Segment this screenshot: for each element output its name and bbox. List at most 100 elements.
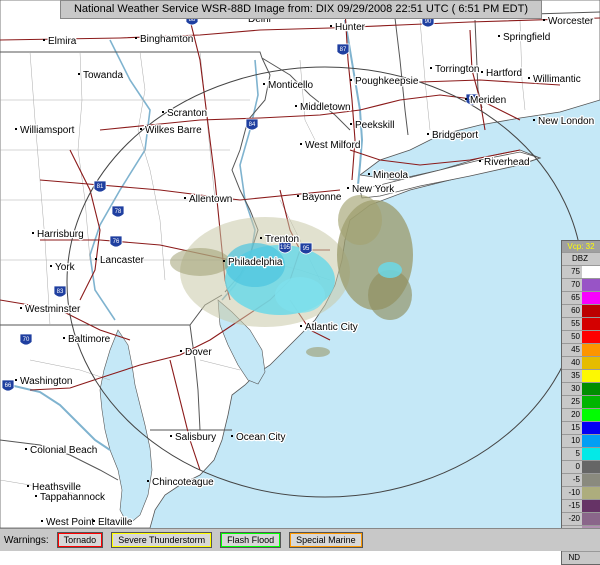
legend-swatch	[582, 357, 600, 369]
echo-blue-core-3	[275, 277, 325, 313]
city-label: Baltimore	[68, 334, 111, 345]
legend-value: -5	[572, 475, 580, 484]
city-label: Williamsport	[20, 125, 75, 136]
city-marker	[330, 25, 332, 27]
city-marker	[300, 143, 302, 145]
interstate-shield: 87	[336, 43, 350, 56]
legend-row: 50	[562, 330, 600, 343]
city-label: Torrington	[435, 64, 479, 75]
legend-value: 50	[571, 332, 580, 341]
legend-value: 45	[571, 345, 580, 354]
city-label: Binghamton	[140, 34, 193, 45]
legend-row: 0	[562, 460, 600, 473]
city-label: Eltaville	[98, 517, 133, 528]
legend-swatch	[582, 461, 600, 473]
legend-vcp: Vcp: 32	[562, 241, 600, 252]
legend-value: 15	[571, 423, 580, 432]
legend-swatch	[582, 435, 600, 447]
legend-value: 30	[571, 384, 580, 393]
city-label: West Milford	[305, 140, 360, 151]
legend-value: 75	[571, 267, 580, 276]
interstate-shield: 66	[1, 379, 15, 392]
city-label: Salisbury	[175, 432, 216, 443]
flash-flood-warning-button[interactable]: Flash Flood	[220, 532, 282, 548]
legend-swatch	[582, 422, 600, 434]
legend-row: 75	[562, 265, 600, 278]
echo-olive-west	[170, 248, 230, 276]
interstate-shield: 83	[53, 285, 67, 298]
special-marine-warning-button[interactable]: Special Marine	[289, 532, 363, 548]
city-marker	[350, 123, 352, 125]
legend-row: 60	[562, 304, 600, 317]
interstate-shield: 81	[93, 180, 107, 193]
severe-thunderstorm-warning-button[interactable]: Severe Thunderstorm	[111, 532, 213, 548]
legend-value: 35	[571, 371, 580, 380]
radar-map: 888790848178768395195706691 ElmiraElmira…	[0, 0, 600, 550]
city-label: Philadelphia	[228, 257, 283, 268]
city-marker	[223, 260, 225, 262]
city-label: Atlantic City	[305, 322, 358, 333]
city-marker	[427, 133, 429, 135]
interstate-number: 78	[115, 209, 122, 215]
legend-row: 25	[562, 395, 600, 408]
image-title: National Weather Service WSR-88D Image f…	[60, 0, 542, 19]
city-label: Lancaster	[100, 255, 145, 266]
city-label: West Point	[46, 517, 94, 528]
city-label: Meriden	[470, 95, 506, 106]
city-label: Bridgeport	[432, 130, 478, 141]
interstate-number: 195	[280, 245, 291, 251]
city-label: Poughkeepsie	[355, 76, 419, 87]
legend-swatch	[582, 396, 600, 408]
city-marker	[95, 258, 97, 260]
interstate-number: 83	[57, 289, 64, 295]
legend-row: -15	[562, 499, 600, 512]
tornado-warning-button[interactable]: Tornado	[56, 532, 104, 548]
city-label: Tappahannock	[40, 492, 106, 503]
city-label: York	[55, 262, 76, 273]
legend-row: 45	[562, 343, 600, 356]
legend-value: 0	[575, 462, 580, 471]
city-marker	[63, 337, 65, 339]
warnings-bar: Warnings: Tornado Severe Thunderstorm Fl…	[0, 528, 600, 551]
interstate-number: 84	[249, 122, 256, 128]
legend-value: -10	[568, 488, 580, 497]
city-label: Middletown	[300, 102, 351, 113]
city-label: Springfield	[503, 32, 550, 43]
city-label: Monticello	[268, 80, 313, 91]
city-marker	[350, 79, 352, 81]
legend-row: 20	[562, 408, 600, 421]
city-marker	[32, 232, 34, 234]
legend-row: -5	[562, 473, 600, 486]
legend-swatch	[582, 279, 600, 291]
city-marker	[180, 350, 182, 352]
city-marker	[27, 485, 29, 487]
city-marker	[231, 435, 233, 437]
city-marker	[41, 520, 43, 522]
legend-row: 5	[562, 447, 600, 460]
legend-value: 70	[571, 280, 580, 289]
city-label: Riverhead	[484, 157, 530, 168]
legend-value: 5	[575, 449, 580, 458]
legend-swatch	[582, 344, 600, 356]
city-label: Mineola	[373, 170, 408, 181]
city-marker	[184, 197, 186, 199]
legend-swatch	[582, 513, 600, 525]
city-marker	[170, 435, 172, 437]
city-marker	[297, 195, 299, 197]
city-label: Bayonne	[302, 192, 342, 203]
city-label: Allentown	[189, 194, 232, 205]
legend-value: ND	[568, 553, 580, 562]
city-label: Trenton	[265, 234, 299, 245]
city-marker	[25, 448, 27, 450]
city-marker	[50, 265, 52, 267]
city-label: Peekskill	[355, 120, 394, 131]
legend-value: -15	[568, 501, 580, 510]
warnings-label: Warnings:	[4, 534, 49, 546]
legend-row: 55	[562, 317, 600, 330]
city-label: Chincoteague	[152, 477, 214, 488]
city-label: New York	[352, 184, 395, 195]
legend-value: 20	[571, 410, 580, 419]
legend-swatch	[582, 383, 600, 395]
city-marker	[430, 67, 432, 69]
city-marker	[543, 19, 545, 21]
